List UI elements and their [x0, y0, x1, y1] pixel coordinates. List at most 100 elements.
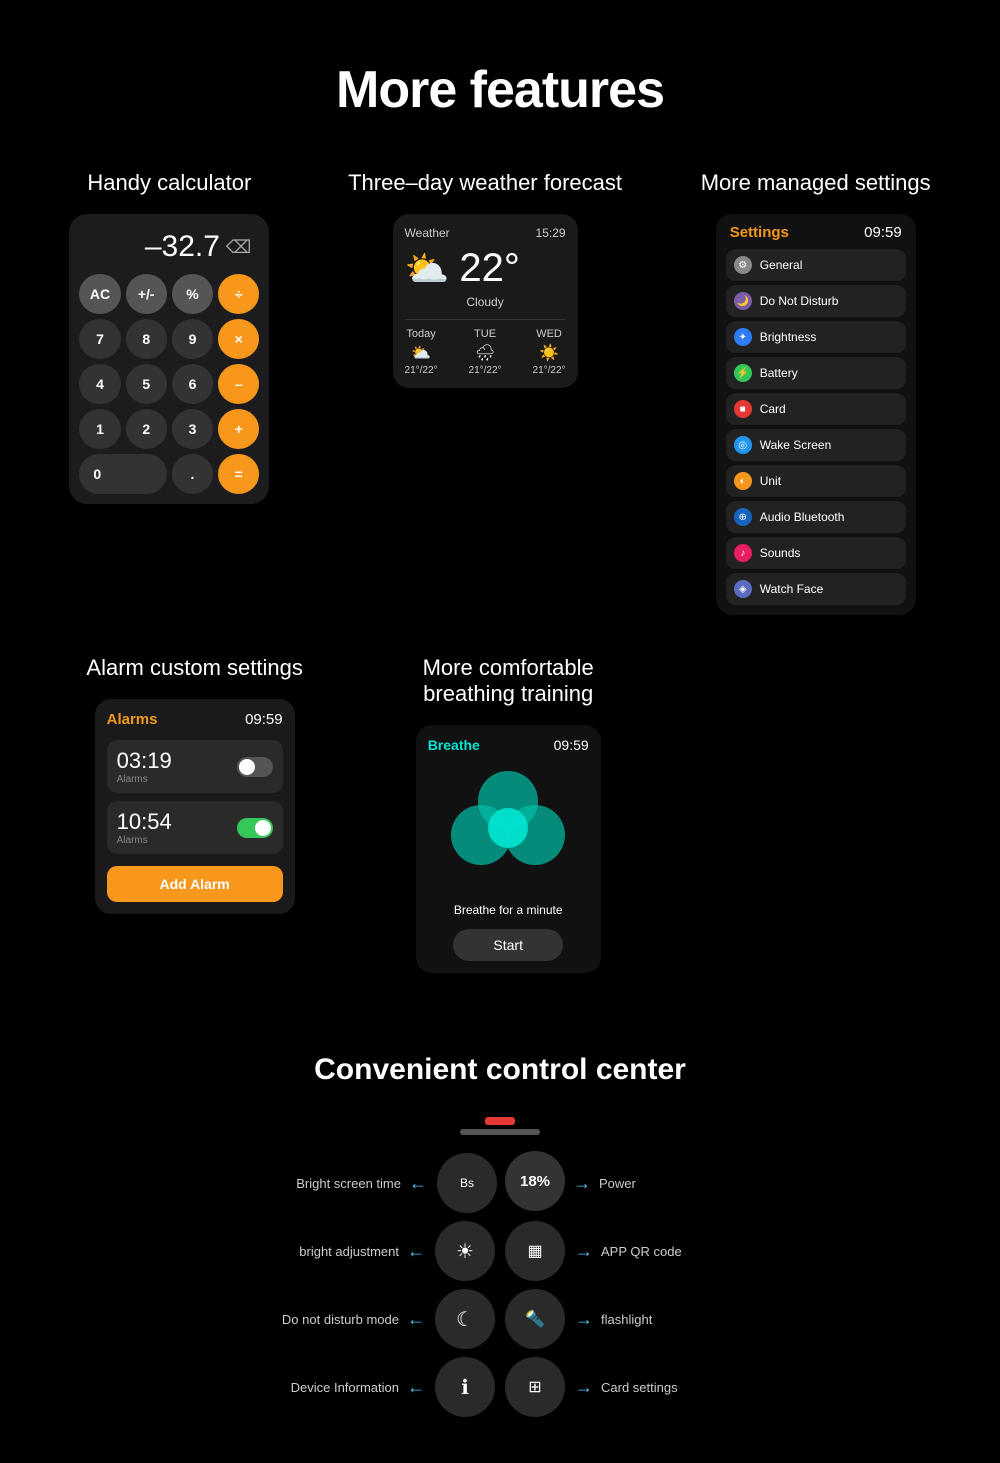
- weather-condition: Cloudy: [405, 295, 566, 309]
- weather-main: ⛅ 22°: [405, 246, 566, 291]
- settings-item-general[interactable]: ⚙ General: [726, 249, 906, 281]
- top-row: Handy calculator –32.7 ⌫ AC +/- % ÷ 7 8 …: [0, 170, 1000, 615]
- calc-btn-plusminus[interactable]: +/-: [126, 274, 167, 314]
- control-row-3: Do not disturb mode ← ☾ 🔦 → flashlight: [219, 1287, 781, 1351]
- ctrl-btn-sun[interactable]: ☀: [435, 1221, 495, 1281]
- breathe-message: Breathe for a minute: [428, 903, 589, 917]
- calculator: –32.7 ⌫ AC +/- % ÷ 7 8 9 × 4 5 6 – 1 2 3…: [69, 214, 269, 504]
- ctrl-btn-pair-3: ☾ 🔦: [433, 1287, 567, 1351]
- settings-time: 09:59: [864, 224, 902, 241]
- settings-item-dnd[interactable]: 🌙 Do Not Disturb: [726, 285, 906, 317]
- calc-btn-0[interactable]: 0: [79, 454, 167, 494]
- settings-item-unit[interactable]: ◐ Unit: [726, 465, 906, 497]
- backspace-icon[interactable]: ⌫: [226, 237, 251, 258]
- alarm-label: Alarm custom settings: [86, 655, 302, 681]
- audio-icon: ⊕: [734, 508, 752, 526]
- weather-block: Three–day weather forecast Weather 15:29…: [348, 170, 622, 388]
- breathe-card: Breathe 09:59 Breathe for a minute Start: [416, 725, 601, 973]
- ctrl-arrow-left-2: ←: [407, 1241, 425, 1262]
- ctrl-btn-pair-2: ☀ ▦: [433, 1219, 567, 1283]
- calc-btn-minus[interactable]: –: [218, 364, 259, 404]
- calc-btn-3[interactable]: 3: [172, 409, 213, 449]
- calc-btn-1[interactable]: 1: [79, 409, 120, 449]
- watchface-icon: ◈: [734, 580, 752, 598]
- breathe-header: Breathe 09:59: [428, 737, 589, 753]
- settings-item-wakescreen[interactable]: ◎ Wake Screen: [726, 429, 906, 461]
- ctrl-btn-info[interactable]: ℹ: [435, 1357, 495, 1417]
- settings-title: Settings: [730, 224, 789, 241]
- settings-item-brightness[interactable]: ✦ Brightness: [726, 321, 906, 353]
- ctrl-label-flashlight: flashlight: [601, 1312, 781, 1327]
- settings-list: ⚙ General 🌙 Do Not Disturb ✦ Brightness …: [726, 249, 906, 605]
- breathe-title: Breathe: [428, 737, 480, 753]
- ctrl-label-qr: APP QR code: [601, 1244, 781, 1259]
- alarm-time-1054: 10:54: [117, 809, 172, 835]
- alarm-toggle-0319[interactable]: [237, 757, 273, 777]
- brightness-icon: ✦: [734, 328, 752, 346]
- settings-item-card[interactable]: ■ Card: [726, 393, 906, 425]
- calc-btn-percent[interactable]: %: [172, 274, 213, 314]
- control-center: Convenient control center Bright screen …: [0, 1033, 1000, 1463]
- calc-btn-2[interactable]: 2: [126, 409, 167, 449]
- calc-btn-4[interactable]: 4: [79, 364, 120, 404]
- control-row-1: Bright screen time ← Bs 18% → Power: [221, 1151, 779, 1215]
- alarm-toggle-1054[interactable]: [237, 818, 273, 838]
- weather-clock: 15:29: [536, 226, 566, 240]
- ctrl-btn-bs[interactable]: Bs: [437, 1153, 497, 1213]
- weather-day-wed: WED ☀️ 21°/22°: [533, 328, 566, 376]
- dnd-icon: 🌙: [734, 292, 752, 310]
- ctrl-btn-pair-4: ℹ ⊞: [433, 1355, 567, 1419]
- control-title: Convenient control center: [0, 1053, 1000, 1087]
- ctrl-btn-moon[interactable]: ☾: [435, 1289, 495, 1349]
- weather-label: Three–day weather forecast: [348, 170, 622, 196]
- calc-btn-divide[interactable]: ÷: [218, 274, 259, 314]
- settings-item-battery-label: Battery: [760, 366, 798, 380]
- alarm-item-1054: 10:54 Alarms: [107, 801, 283, 854]
- ctrl-label-card-settings: Card settings: [601, 1380, 781, 1395]
- ctrl-label-bright-screen: Bright screen time: [221, 1176, 401, 1191]
- calc-display: –32.7 ⌫: [79, 224, 259, 274]
- calc-value: –32.7: [145, 230, 220, 264]
- calc-btn-6[interactable]: 6: [172, 364, 213, 404]
- card-icon: ■: [734, 400, 752, 418]
- settings-item-watchface[interactable]: ◈ Watch Face: [726, 573, 906, 605]
- add-alarm-button[interactable]: Add Alarm: [107, 866, 283, 902]
- ctrl-btn-percent[interactable]: 18%: [505, 1151, 565, 1211]
- ctrl-label-dnd: Do not disturb mode: [219, 1312, 399, 1327]
- start-button[interactable]: Start: [453, 929, 563, 961]
- calc-btn-9[interactable]: 9: [172, 319, 213, 359]
- calc-btn-dot[interactable]: .: [172, 454, 213, 494]
- ctrl-btn-qr[interactable]: ▦: [505, 1221, 565, 1281]
- alarm-sub-1054: Alarms: [117, 835, 172, 846]
- general-icon: ⚙: [734, 256, 752, 274]
- calc-btn-8[interactable]: 8: [126, 319, 167, 359]
- weather-app-name: Weather: [405, 226, 450, 240]
- weather-day-tue: TUE 🌧 21°/22°: [469, 328, 502, 376]
- calculator-block: Handy calculator –32.7 ⌫ AC +/- % ÷ 7 8 …: [69, 170, 269, 504]
- alarm-sub-0319: Alarms: [117, 774, 172, 785]
- calc-btn-plus[interactable]: +: [218, 409, 259, 449]
- control-row-4: Device Information ← ℹ ⊞ → Card settings: [219, 1355, 781, 1419]
- breathe-block: More comfortable breathing training Brea…: [416, 655, 601, 973]
- alarm-time-0319: 03:19: [117, 748, 172, 774]
- settings-item-sounds[interactable]: ♪ Sounds: [726, 537, 906, 569]
- calc-btn-multiply[interactable]: ×: [218, 319, 259, 359]
- calc-btn-5[interactable]: 5: [126, 364, 167, 404]
- settings-item-audio[interactable]: ⊕ Audio Bluetooth: [726, 501, 906, 533]
- settings-item-brightness-label: Brightness: [760, 330, 817, 344]
- ctrl-btn-card-settings[interactable]: ⊞: [505, 1357, 565, 1417]
- control-row-2: bright adjustment ← ☀ ▦ → APP QR code: [219, 1219, 781, 1283]
- wakescreen-icon: ◎: [734, 436, 752, 454]
- watch-top-bar: [0, 1117, 1000, 1141]
- settings-item-battery[interactable]: ⚡ Battery: [726, 357, 906, 389]
- settings-item-unit-label: Unit: [760, 474, 781, 488]
- calc-btn-ac[interactable]: AC: [79, 274, 120, 314]
- calc-btn-7[interactable]: 7: [79, 319, 120, 359]
- ctrl-btn-flashlight[interactable]: 🔦: [505, 1289, 565, 1349]
- weather-day-today: Today ⛅ 21°/22°: [405, 328, 438, 376]
- calc-btn-equals[interactable]: =: [218, 454, 259, 494]
- calculator-label: Handy calculator: [87, 170, 251, 196]
- middle-row: Alarm custom settings Alarms 09:59 03:19…: [0, 655, 1000, 973]
- settings-item-audio-label: Audio Bluetooth: [760, 510, 845, 524]
- ctrl-arrow-left-3: ←: [407, 1309, 425, 1330]
